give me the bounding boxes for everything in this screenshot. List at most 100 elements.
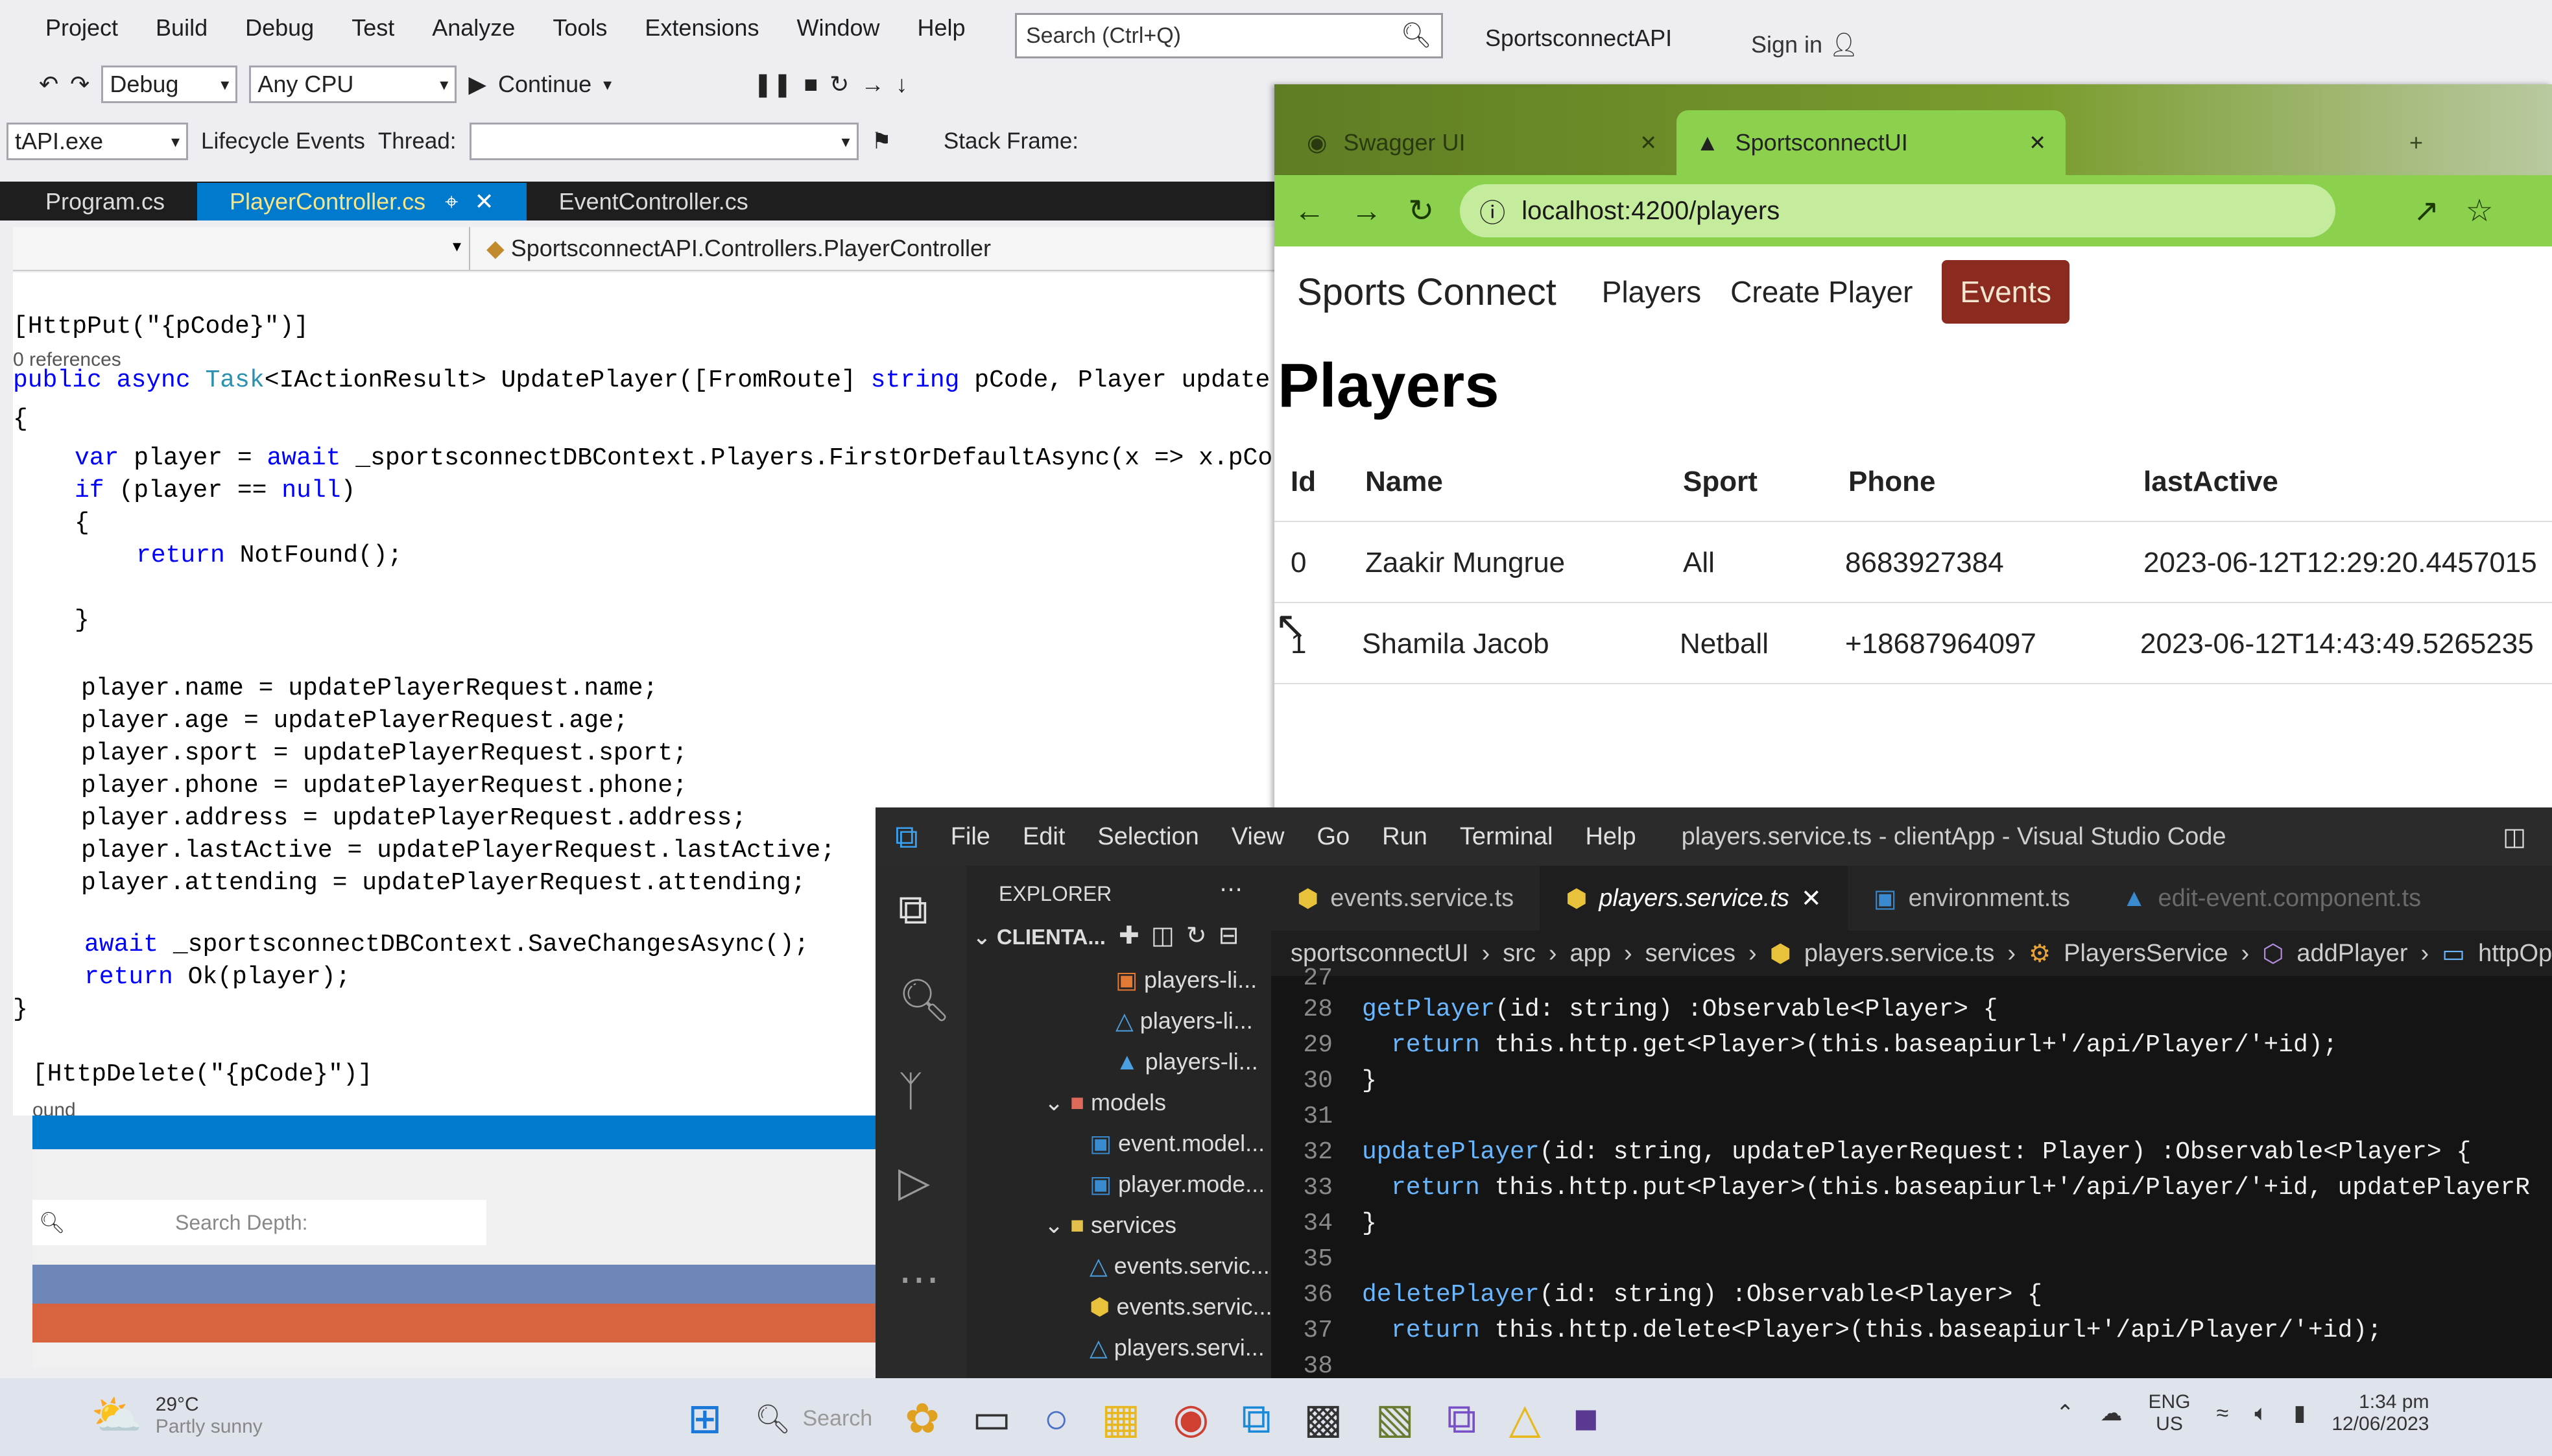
terminal-icon[interactable]: ▩ [1304,1394,1342,1443]
config-dropdown[interactable]: Debug ▾ [101,66,238,103]
menu-test[interactable]: Test [352,14,394,42]
more-actions-icon[interactable]: ⋯ [1219,876,1243,903]
language-indicator[interactable]: ENG US [2149,1391,2191,1435]
source-control-icon[interactable]: ᛉ [898,1067,923,1115]
menu-selection[interactable]: Selection [1097,823,1198,851]
breadcrumb-item[interactable]: players.service.ts [1804,940,1995,968]
panel-search-box[interactable]: 🔍︎ Search Depth: [32,1200,486,1245]
tab-events-service[interactable]: ⬢ events.service.ts [1271,866,1540,931]
nav-players[interactable]: Players [1602,274,1701,309]
list-item[interactable]: △ players-li... [1115,1007,1253,1034]
search-icon[interactable]: 🔍︎ [898,976,951,1025]
close-icon[interactable]: ✕ [2029,130,2046,155]
list-item[interactable]: ▣ players-li... [1115,966,1257,994]
tab-player-controller[interactable]: PlayerController.cs ⌖ ✕ [197,183,527,221]
breadcrumb-item[interactable]: services [1645,940,1735,968]
site-brand[interactable]: Sports Connect [1297,270,1556,314]
close-icon[interactable]: ✕ [1640,130,1657,155]
class-scope-dropdown[interactable]: ◆ SportsconnectAPI.Controllers.PlayerCont… [470,227,1278,270]
folder-item[interactable]: ⌄ ■ models [1044,1089,1166,1116]
menu-build[interactable]: Build [156,14,208,42]
onedrive-icon[interactable]: ☁ [2101,1400,2123,1426]
list-item[interactable]: △ players.servi... [1090,1334,1265,1361]
continue-button[interactable]: Continue [498,71,591,98]
breadcrumb-item[interactable]: httpOptio [2478,940,2552,968]
list-item[interactable]: ▣ player.mode... [1090,1171,1265,1198]
layout-icon[interactable]: ◫ [2503,822,2526,852]
menu-project[interactable]: Project [45,14,118,42]
list-item[interactable]: ▣ event.model... [1090,1130,1265,1157]
run-debug-icon[interactable]: ▷ [898,1158,930,1206]
flag-icon[interactable]: ⚑ [872,128,892,154]
step-over-icon[interactable]: → [861,71,884,98]
play-icon[interactable]: ▶ [468,71,486,98]
info-icon[interactable]: ⓘ [1479,192,1505,230]
stop-icon[interactable]: ■ [804,71,818,98]
menu-file[interactable]: File [951,823,990,851]
menu-edit[interactable]: Edit [1023,823,1065,851]
close-icon[interactable]: ✕ [1801,884,1822,913]
more-icon[interactable]: ⋯ [898,1255,940,1304]
share-icon[interactable]: ↗ [2413,193,2439,229]
tab-event-controller[interactable]: EventController.cs [527,183,781,221]
chevron-down-icon[interactable]: ▾ [603,75,612,95]
new-file-icon[interactable]: ✚ [1119,922,1151,949]
project-scope-dropdown[interactable]: ▾ [13,227,470,270]
menu-help[interactable]: Help [918,14,966,42]
widgets-icon[interactable]: ✿ [905,1394,940,1443]
pin-icon[interactable]: ⌖ [445,188,458,216]
task-view-icon[interactable]: ▭ [972,1394,1011,1443]
restart-icon[interactable]: ↻ [829,71,849,98]
tab-swagger-ui[interactable]: ◉ Swagger UI ✕ [1287,110,1676,175]
vscode-code-editor[interactable]: 27 28 29 30 31 32 33 34 35 36 37 38 getP… [1271,964,2552,1378]
menu-debug[interactable]: Debug [245,14,314,42]
back-icon[interactable]: ← [1294,193,1325,229]
close-icon[interactable]: ✕ [474,188,494,215]
windows-start-icon[interactable]: ⊞ [687,1394,722,1443]
tab-environment[interactable]: ▣ environment.ts [1848,866,2096,931]
cat-app-icon[interactable]: △ [1509,1394,1541,1443]
list-item[interactable]: ⬢ events.servic... [1090,1293,1272,1320]
new-folder-icon[interactable]: ◫ [1151,922,1186,949]
breadcrumb-item[interactable]: PlayersService [2064,940,2228,968]
visual-studio-icon[interactable]: ⧉ [1447,1394,1477,1443]
battery-icon[interactable]: ▮ [2294,1400,2306,1426]
menu-go[interactable]: Go [1317,823,1350,851]
search-icon[interactable]: 🔍︎ Search [755,1394,873,1443]
menu-analyze[interactable]: Analyze [432,14,515,42]
wifi-icon[interactable]: ≈ [2217,1401,2229,1426]
file-explorer-icon[interactable]: ▦ [1101,1394,1140,1443]
platform-dropdown[interactable]: Any CPU ▾ [249,66,457,103]
process-dropdown[interactable]: tAPI.exe ▾ [6,123,188,160]
vscode-icon[interactable]: ⧉ [1241,1394,1271,1443]
forward-icon[interactable]: → [1351,193,1382,229]
chevron-up-icon[interactable]: ⌃ [2056,1400,2075,1426]
vs-search-box[interactable]: Search (Ctrl+Q) 🔍︎ [1015,13,1443,58]
redo-icon[interactable]: ↷ [70,71,89,98]
clock[interactable]: 1:34 pm 12/06/2023 [2331,1391,2429,1435]
lifecycle-events-button[interactable]: Lifecycle Events [201,128,365,154]
menu-run[interactable]: Run [1382,823,1427,851]
vs-sign-in[interactable]: Sign in 👤︎ [1751,31,1859,58]
breadcrumb-item[interactable]: sportsconnectUI [1291,940,1469,968]
volume-icon[interactable]: 🔈︎ [2254,1401,2267,1426]
weather-widget[interactable]: ⛅ 29°C Partly sunny [91,1391,263,1440]
breadcrumb-item[interactable]: addPlayer [2296,940,2407,968]
workspace-root[interactable]: ⌄ CLIENTA... [973,924,1106,949]
address-bar[interactable]: ⓘ localhost:4200/players [1460,184,2336,237]
folder-item[interactable]: ⌄ ■ services [1044,1211,1176,1239]
reload-icon[interactable]: ↻ [1408,193,1434,229]
tab-edit-event-component[interactable]: ▲ edit-event.component.ts [2096,866,2447,931]
notes-icon[interactable]: ▧ [1375,1394,1414,1443]
nav-events-button[interactable]: Events [1942,260,2070,324]
new-tab-button[interactable]: + [2390,110,2442,175]
step-into-icon[interactable]: ↓ [896,71,907,98]
thread-dropdown[interactable]: ▾ [469,123,859,160]
menu-extensions[interactable]: Extensions [645,14,759,42]
menu-terminal[interactable]: Terminal [1460,823,1553,851]
refresh-icon[interactable]: ↻ [1186,922,1219,949]
breadcrumb-item[interactable]: src [1503,940,1536,968]
undo-icon[interactable]: ↶ [39,71,58,98]
explorer-icon[interactable]: ⧉ [898,885,928,934]
star-icon[interactable]: ☆ [2465,193,2493,229]
